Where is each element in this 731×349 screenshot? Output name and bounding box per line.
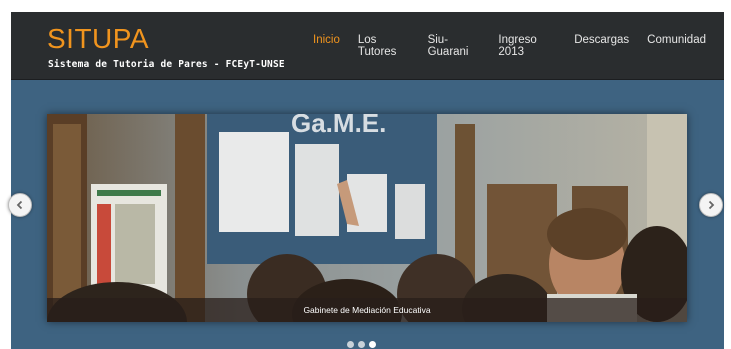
slider-pagination: [347, 341, 376, 348]
nav-item-los-tutores[interactable]: Los Tutores: [358, 34, 410, 58]
svg-text:Ga.M.E.: Ga.M.E.: [291, 114, 386, 138]
slider-dot-2[interactable]: [358, 341, 365, 348]
nav-item-descargas[interactable]: Descargas: [574, 34, 629, 58]
slider-prev-button[interactable]: [8, 193, 32, 217]
main-nav: Inicio Los Tutores Siu-Guarani Ingreso 2…: [313, 34, 724, 58]
nav-item-ingreso-2013[interactable]: Ingreso 2013: [498, 34, 556, 58]
slide-caption: Gabinete de Mediación Educativa: [47, 298, 687, 322]
site-tagline: Sistema de Tutoria de Pares - FCEyT-UNSE: [48, 59, 285, 70]
chevron-left-icon: [16, 200, 23, 210]
image-slider[interactable]: Ga.M.E. Gabinete de Mediación Educativa: [47, 114, 687, 322]
page-frame: SITUPA Sistema de Tutoria de Pares - FCE…: [11, 12, 724, 349]
slide-image: Ga.M.E.: [47, 114, 687, 322]
nav-item-comunidad[interactable]: Comunidad: [647, 34, 706, 58]
site-logo[interactable]: SITUPA: [47, 24, 149, 54]
site-header: SITUPA Sistema de Tutoria de Pares - FCE…: [11, 12, 724, 80]
slider-next-button[interactable]: [699, 193, 723, 217]
nav-item-siu-guarani[interactable]: Siu-Guarani: [428, 34, 481, 58]
nav-item-inicio[interactable]: Inicio: [313, 34, 340, 58]
slider-dot-1[interactable]: [347, 341, 354, 348]
slider-dot-3[interactable]: [369, 341, 376, 348]
chevron-right-icon: [708, 200, 715, 210]
